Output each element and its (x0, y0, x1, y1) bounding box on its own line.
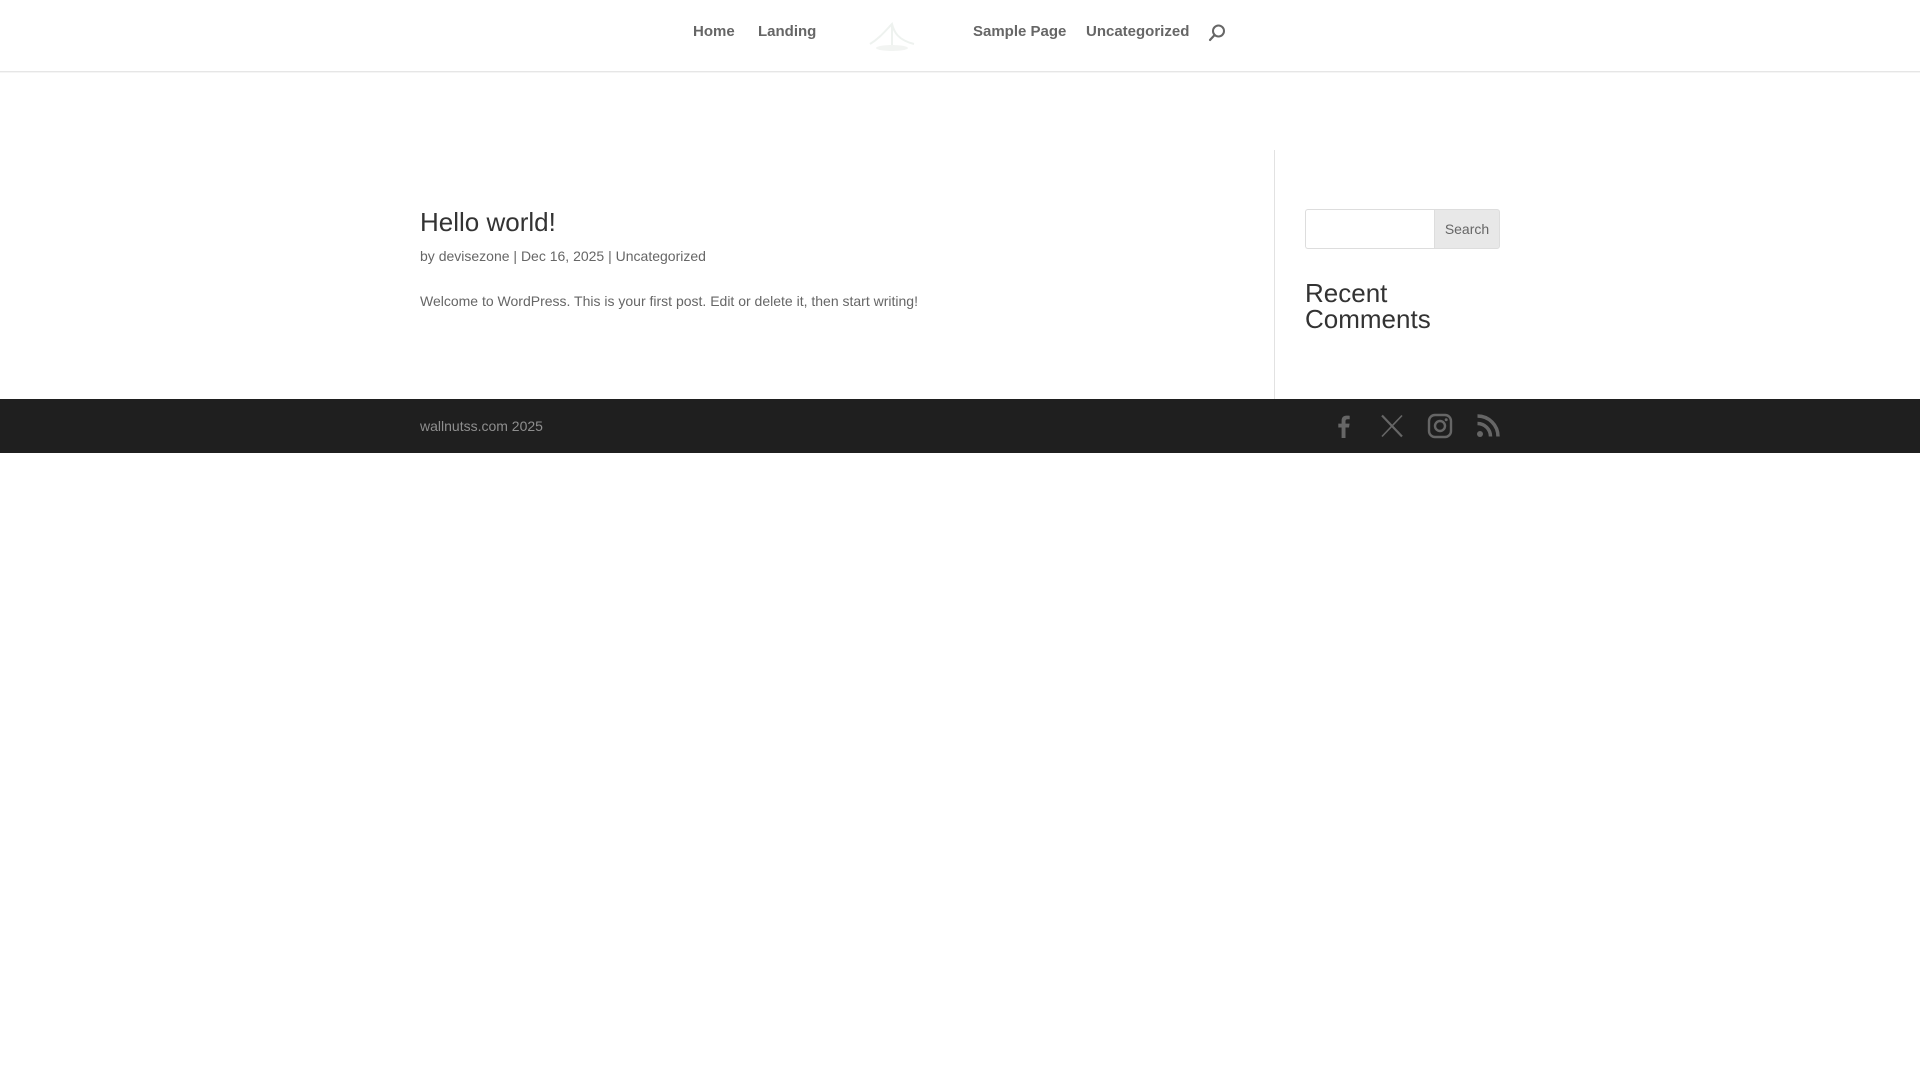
post-excerpt: Welcome to WordPress. This is your first… (420, 293, 918, 309)
site-logo[interactable] (852, 10, 932, 60)
nav-home[interactable]: Home (693, 23, 735, 41)
site-footer: wallnutss.com 2025 (0, 399, 1920, 453)
footer-credit: wallnutss.com 2025 (420, 418, 543, 434)
post-title-text[interactable]: Hello world! (420, 207, 556, 237)
search-input[interactable] (1305, 209, 1435, 249)
instagram-icon[interactable] (1427, 413, 1453, 439)
post-author-link[interactable]: devisezone (439, 248, 510, 264)
post-meta: by devisezone | Dec 16, 2025 | Uncategor… (420, 247, 706, 265)
nav-landing[interactable]: Landing (758, 23, 816, 41)
post-date: Dec 16, 2025 (520, 248, 605, 264)
nav-uncategorized[interactable]: Uncategorized (1086, 23, 1189, 41)
site-header: Home Landing Sample Page Uncategorized (0, 0, 1920, 72)
post-meta-separator: | (513, 248, 518, 264)
post-title[interactable]: Hello world! (420, 206, 556, 238)
search-icon[interactable] (1206, 22, 1228, 44)
site-logo-icon (869, 22, 915, 51)
x-icon[interactable] (1379, 413, 1405, 439)
search-button[interactable]: Search (1434, 209, 1500, 249)
recent-comments-title: Recent Comments (1305, 278, 1431, 334)
nav-sample-page[interactable]: Sample Page (973, 23, 1066, 41)
facebook-icon[interactable] (1331, 413, 1357, 439)
sidebar-divider (1274, 150, 1275, 399)
post-meta-separator: | (608, 248, 612, 264)
post-category-link[interactable]: Uncategorized (616, 248, 706, 264)
post-meta-by: by (420, 248, 435, 264)
rss-icon[interactable] (1475, 413, 1501, 439)
